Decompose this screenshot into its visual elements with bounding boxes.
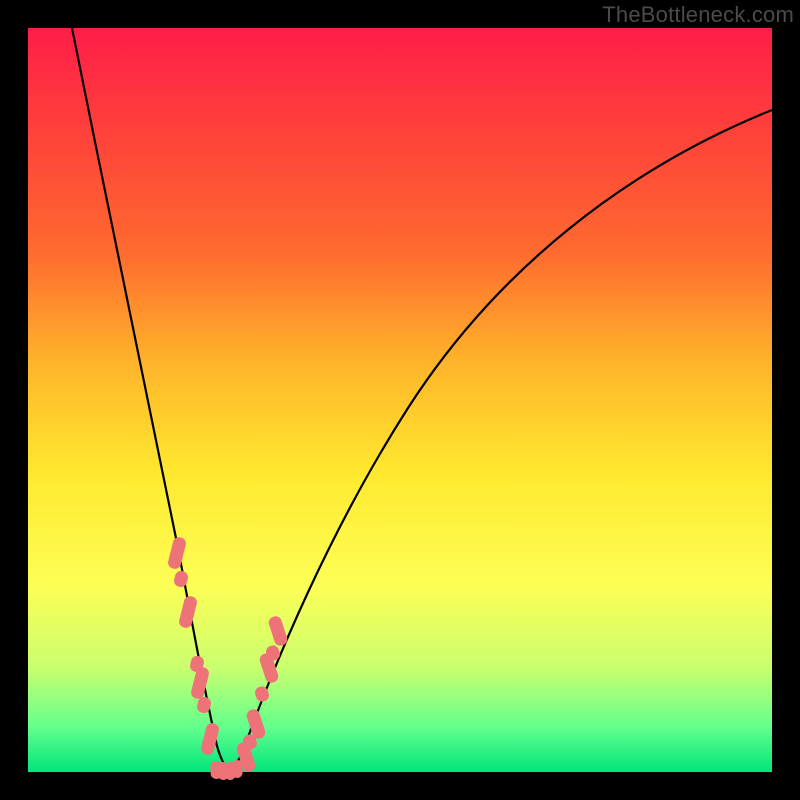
plot-area xyxy=(28,28,772,772)
curve-right-branch xyxy=(229,110,772,769)
marker-trough xyxy=(231,760,243,778)
bottleneck-curve xyxy=(28,28,772,772)
chart-frame: TheBottleneck.com xyxy=(0,0,800,800)
curve-left-branch xyxy=(72,28,229,769)
watermark-text: TheBottleneck.com xyxy=(602,2,794,28)
